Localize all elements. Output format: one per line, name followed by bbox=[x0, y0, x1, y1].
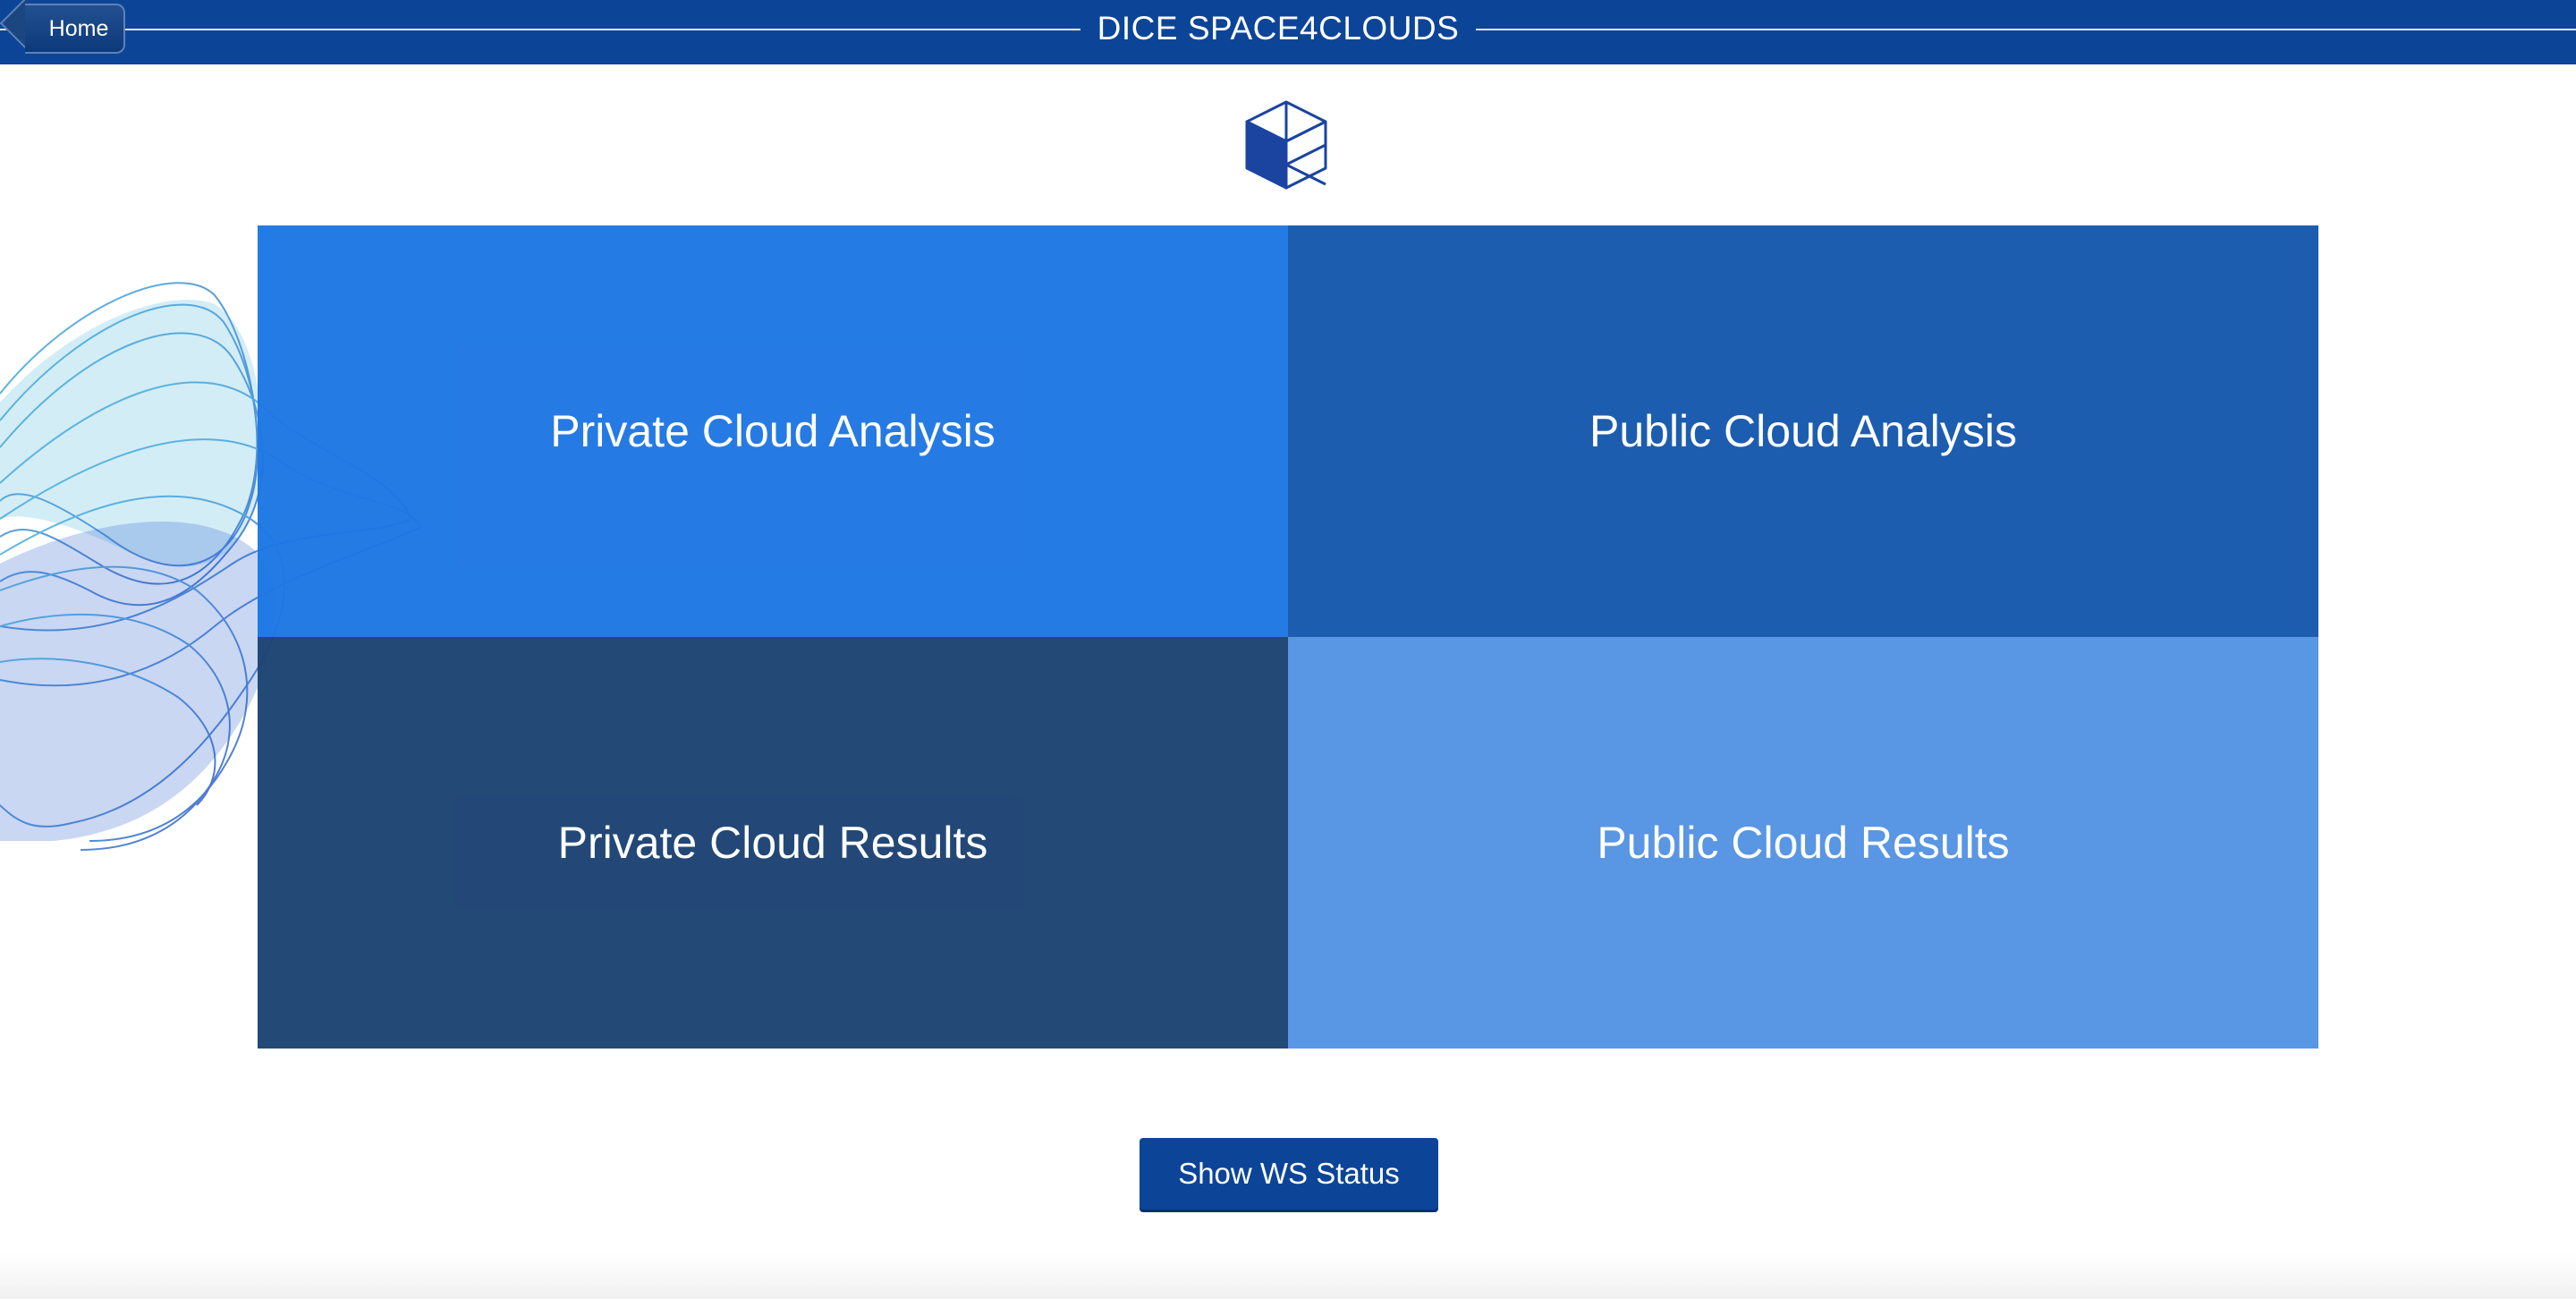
private-cloud-analysis-label: Private Cloud Analysis bbox=[550, 406, 996, 456]
header-divider-right bbox=[1476, 29, 2576, 30]
footer-shadow bbox=[0, 1252, 2576, 1299]
show-ws-status-button[interactable]: Show WS Status bbox=[1140, 1138, 1438, 1210]
header-divider-left bbox=[0, 29, 1080, 30]
private-cloud-results-label: Private Cloud Results bbox=[557, 818, 988, 868]
home-button[interactable]: Home bbox=[0, 0, 134, 57]
public-cloud-results-label: Public Cloud Results bbox=[1597, 818, 2010, 868]
public-cloud-results-tile[interactable]: Public Cloud Results bbox=[1288, 637, 2318, 1049]
private-cloud-analysis-tile[interactable]: Private Cloud Analysis bbox=[258, 225, 1288, 637]
public-cloud-analysis-label: Public Cloud Analysis bbox=[1589, 406, 2018, 456]
header-bar: DICE SPACE4CLOUDS Home bbox=[0, 0, 2576, 64]
app-title: DICE SPACE4CLOUDS bbox=[1097, 10, 1460, 47]
private-cloud-results-tile[interactable]: Private Cloud Results bbox=[258, 637, 1288, 1049]
public-cloud-analysis-tile[interactable]: Public Cloud Analysis bbox=[1288, 225, 2318, 637]
home-button-label: Home bbox=[25, 4, 125, 54]
cube-icon bbox=[1245, 100, 1327, 190]
